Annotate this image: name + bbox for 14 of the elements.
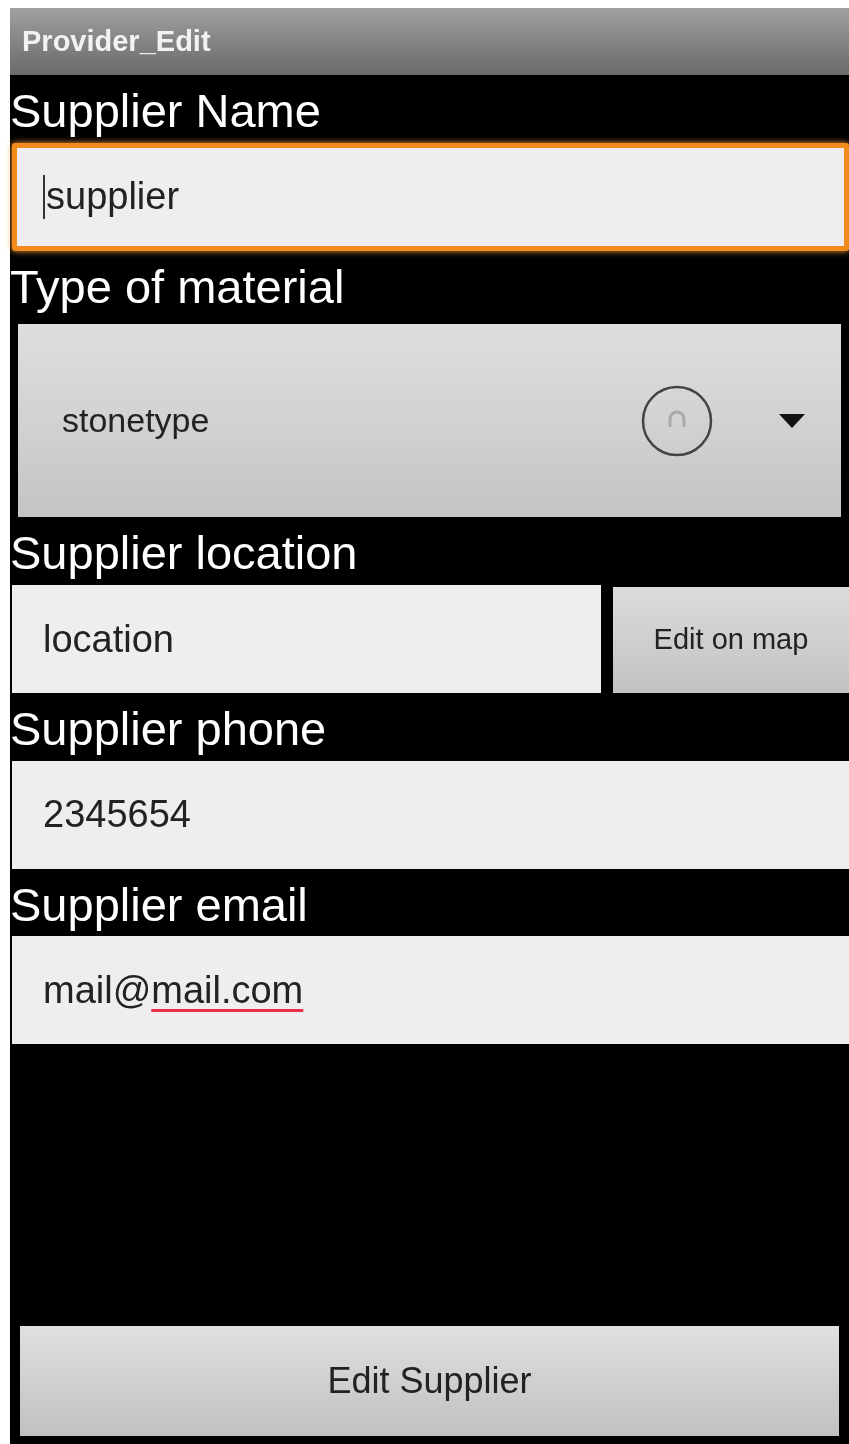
caret-icon xyxy=(779,413,805,428)
field-label: Supplier Name xyxy=(10,83,322,139)
input-field[interactable]: mail@mail.com xyxy=(12,936,849,1045)
field-label: Type of material xyxy=(10,258,346,315)
edit-supplier-button[interactable]: Edit Supplier xyxy=(20,1326,839,1436)
map-button[interactable]: Edit on map xyxy=(613,587,849,694)
input-field[interactable]: supplier xyxy=(12,142,849,251)
input-field[interactable]: 2345654 xyxy=(12,760,849,869)
window-title: Provider_Edit xyxy=(22,23,211,59)
dropdown[interactable]: stonetype xyxy=(18,324,841,518)
field-label: Supplier location xyxy=(10,525,359,582)
field-label: Supplier email xyxy=(10,876,309,933)
input-field[interactable]: location xyxy=(12,585,601,694)
field-label: Supplier phone xyxy=(10,701,328,758)
